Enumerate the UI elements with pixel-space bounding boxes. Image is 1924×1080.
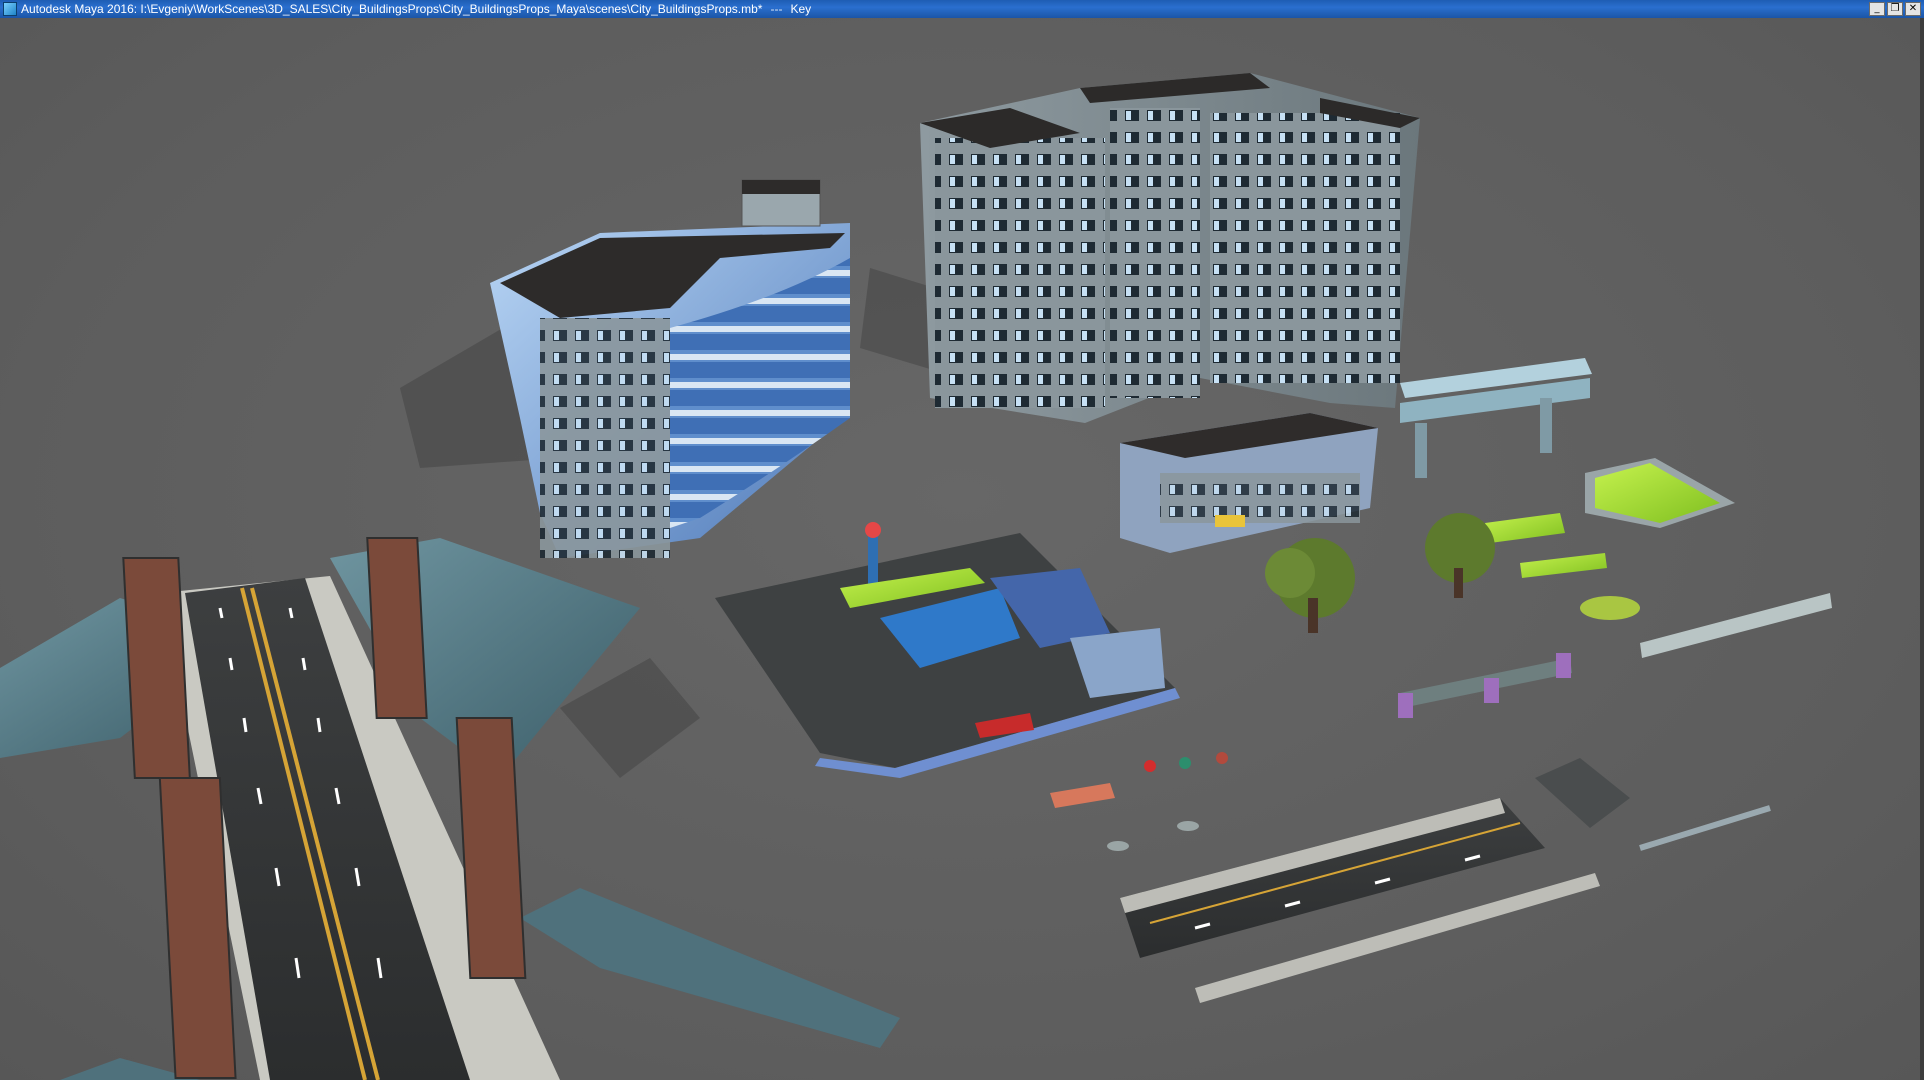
viewport-border bbox=[1920, 18, 1924, 1080]
close-button[interactable]: ✕ bbox=[1905, 2, 1921, 16]
maya-app-icon bbox=[3, 2, 17, 16]
trees bbox=[1265, 513, 1495, 633]
guard-rail bbox=[1639, 805, 1771, 851]
title-bar: Autodesk Maya 2016: I:\Evgeniy\WorkScene… bbox=[0, 0, 1924, 18]
gas-station bbox=[715, 522, 1180, 778]
scene-render bbox=[0, 73, 1832, 1080]
pedestrian-overpass bbox=[1400, 358, 1592, 478]
minimize-button[interactable]: _ bbox=[1869, 2, 1885, 16]
title-separator: --- bbox=[770, 2, 783, 16]
window-controls: _ ❐ ✕ bbox=[1869, 2, 1924, 16]
apartment-block-tall bbox=[920, 73, 1420, 423]
street-props bbox=[1050, 752, 1630, 851]
key-mode-label: Key bbox=[790, 2, 812, 16]
fences bbox=[1398, 593, 1832, 718]
office-building-curved bbox=[490, 179, 850, 558]
3d-viewport[interactable] bbox=[0, 18, 1924, 1080]
restore-button[interactable]: ❐ bbox=[1887, 2, 1903, 16]
small-shop-building bbox=[1120, 413, 1378, 553]
window-title: Autodesk Maya 2016: I:\Evgeniy\WorkScene… bbox=[21, 2, 763, 16]
green-ramp bbox=[1485, 458, 1735, 578]
